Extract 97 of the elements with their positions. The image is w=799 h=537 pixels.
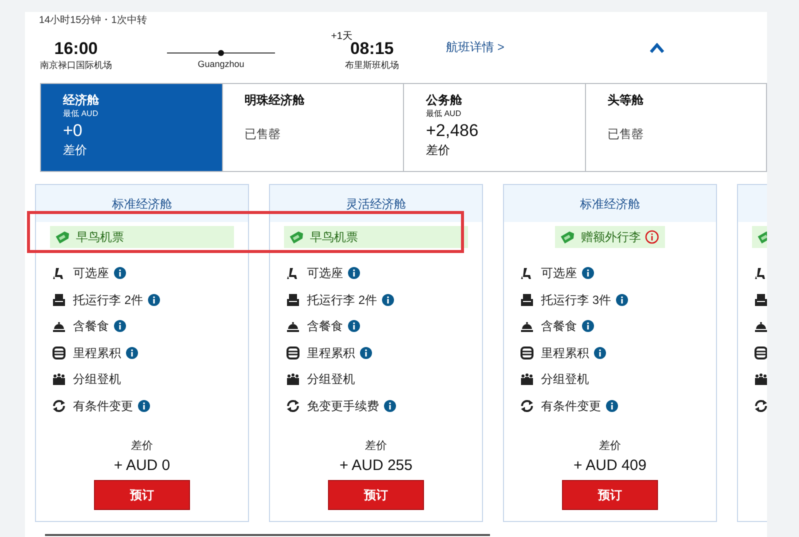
feature-label: 里程累积 <box>307 344 355 362</box>
database-icon <box>520 346 534 360</box>
cabin-price: +0 <box>63 121 84 141</box>
database-icon <box>754 346 767 360</box>
fare-price: + AUD 409 <box>574 457 646 475</box>
cabin-name: 公务舱 <box>426 93 463 107</box>
badge-label: 早鸟机票 <box>310 229 358 246</box>
cabin-name: 经济舱 <box>63 93 100 107</box>
info-icon <box>138 400 150 412</box>
flight-duration: 14小时15分钟・1次中转 <box>39 16 147 26</box>
feature-label: 分组登机 <box>541 371 589 388</box>
seat-icon <box>754 266 767 280</box>
info-icon <box>382 294 394 306</box>
feature-label: 可选座 <box>541 265 577 282</box>
info-icon <box>114 267 126 280</box>
info-icon <box>114 320 126 332</box>
people-icon <box>286 372 300 386</box>
info-icon <box>616 294 628 306</box>
fare-title: 灵活经济舱 <box>346 196 406 212</box>
people-icon <box>520 372 534 386</box>
seat-icon <box>520 266 534 280</box>
seat-icon <box>52 266 66 280</box>
info-icon <box>348 320 360 332</box>
feature-label: 托运行李 2件 <box>307 292 378 309</box>
cloche-icon <box>754 319 767 334</box>
info-icon <box>126 346 138 359</box>
cloche-icon <box>286 319 300 334</box>
feature-label: 托运行李 3件 <box>541 292 612 309</box>
feature-label: 可选座 <box>73 265 109 282</box>
refresh-icon <box>52 398 66 413</box>
cloche-icon <box>52 319 66 334</box>
printer-icon <box>520 292 534 307</box>
refresh-icon <box>754 398 767 413</box>
feature-label: 含餐食 <box>307 318 343 336</box>
departure-airport: 南京禄口国际机场 <box>40 61 112 70</box>
sold-out-label: 已售罄 <box>244 127 282 141</box>
badge-label: 早鸟机票 <box>76 229 124 246</box>
info-icon <box>606 400 618 412</box>
info-icon <box>582 267 594 280</box>
price-tag-icon <box>54 229 72 245</box>
arrival-airport: 布里斯班机场 <box>345 61 399 70</box>
departure-time: 16:00 <box>54 40 98 57</box>
people-icon <box>754 372 767 386</box>
day-offset: +1天 <box>331 32 352 42</box>
cabin-price: +2,486 <box>426 121 480 141</box>
cloche-icon <box>520 319 534 334</box>
book-button[interactable]: 预订 <box>562 480 658 510</box>
fare-price: + AUD 0 <box>114 457 170 475</box>
feature-label: 可选座 <box>307 265 343 282</box>
from-label: 最低 AUD <box>63 109 100 119</box>
info-icon <box>348 267 360 280</box>
feature-label: 里程累积 <box>541 344 589 362</box>
info-icon <box>594 346 606 359</box>
feature-label: 分组登机 <box>73 371 121 388</box>
price-label: 差价 <box>131 439 153 453</box>
feature-label: 有条件变更 <box>73 398 133 415</box>
cabin-name: 头等舱 <box>608 93 644 107</box>
stopover-city: Guangzhou <box>198 60 244 69</box>
feature-label: 含餐食 <box>73 318 109 336</box>
feature-label: 托运行李 2件 <box>73 292 144 309</box>
info-icon <box>148 294 160 306</box>
info-icon <box>384 400 396 412</box>
fare-title: 标准经济舱 <box>580 196 640 212</box>
database-icon <box>52 346 66 360</box>
from-label: 最低 AUD <box>426 109 462 119</box>
price-label: 差价 <box>599 439 621 453</box>
cabin-name: 明珠经济舱 <box>244 93 306 107</box>
refresh-icon <box>286 398 300 413</box>
printer-icon <box>286 292 300 307</box>
printer-icon <box>52 292 66 307</box>
sold-out-label: 已售罄 <box>608 127 644 141</box>
book-button[interactable]: 预订 <box>94 480 190 510</box>
cabin-tab[interactable]: 经济舱 最低 AUD +0 差价 <box>41 84 222 171</box>
info-icon <box>360 346 372 359</box>
feature-label: 含餐食 <box>541 318 577 336</box>
price-note: 差价 <box>426 143 451 157</box>
price-label: 差价 <box>365 439 387 453</box>
info-icon <box>582 320 594 332</box>
flight-details-link[interactable]: 航班详情 > <box>446 41 504 53</box>
info-icon <box>645 230 659 244</box>
database-icon <box>286 346 300 360</box>
book-button[interactable]: 预订 <box>328 480 424 510</box>
feature-label: 里程累积 <box>73 344 121 362</box>
badge-label: 赠额外行李 <box>581 229 641 246</box>
seat-icon <box>286 266 300 280</box>
feature-label: 有条件变更 <box>541 398 601 415</box>
collapse-chevron-icon[interactable] <box>649 43 665 53</box>
fare-title: 标准经济舱 <box>112 196 172 212</box>
price-tag-icon <box>559 229 577 245</box>
feature-label: 免变更手续费 <box>307 398 379 415</box>
people-icon <box>52 372 66 386</box>
feature-label: 分组登机 <box>307 371 355 388</box>
arrival-time: 08:15 <box>350 40 394 57</box>
price-tag-icon <box>288 229 306 245</box>
fare-price: + AUD 255 <box>340 457 412 475</box>
price-note: 差价 <box>63 143 88 157</box>
refresh-icon <box>520 398 534 413</box>
